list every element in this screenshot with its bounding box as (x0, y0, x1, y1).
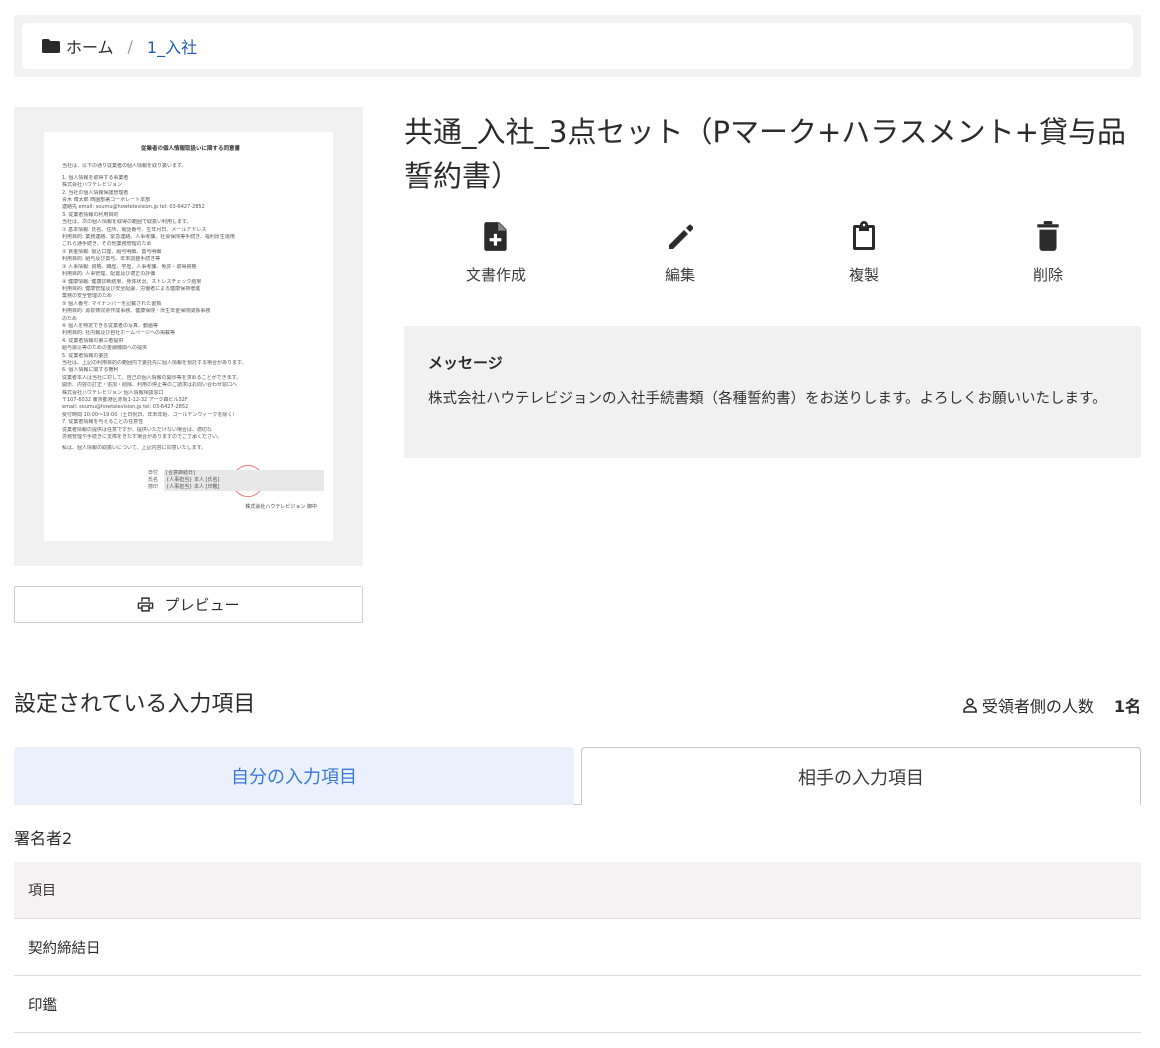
document-company: 株式会社ハウテレビジョン 御中 (245, 504, 317, 510)
document-line: 当社は、以下の通り従業者の個人情報を取り扱います。 (62, 163, 187, 170)
clipboard-icon (853, 221, 875, 250)
signature-block: 日付 [合意締結日] 氏名 {人事担当} 本人 [氏名] 捺印 {人事担当} 本… (148, 470, 324, 491)
document-line: 6. 個人情報に関する権利 (62, 367, 119, 374)
preview-button[interactable]: プレビュー (14, 586, 363, 623)
document-line: 株式会社ハウテレビジョン 個人情報相談窓口 (62, 389, 164, 396)
document-line: 利用目的: 社内報及び自社ホームページへの掲載等 (62, 330, 176, 337)
duplicate-button[interactable]: 複製 (772, 220, 956, 285)
document-line: 〒107-6032 東京都港区赤坂1-12-32 アーク森ビル32F (62, 397, 188, 403)
document-line: 1. 個人情報を取得する事業者 (62, 174, 129, 181)
document-line: email: soumu@howtelevision.jp tel: 03-64… (62, 404, 189, 411)
document-line: 当社は、上記の利用目的の範囲内で委託先に個人情報を預託する場合があります。 (62, 359, 247, 366)
message-panel: メッセージ 株式会社ハウテレビジョンの入社手続書類（各種誓約書）をお送りします。… (404, 326, 1141, 458)
delete-label: 削除 (1032, 266, 1063, 284)
document-line: 利用目的: 人事管理、配置及び適正の評価 (62, 271, 156, 278)
document-line: ⑤ 個人番号: マイナンバーを記載された書類 (62, 300, 162, 307)
document-line: 従業者本人は当社に対して、自己の個人情報の開示等を求めることができます。 (62, 374, 242, 381)
breadcrumb-current-folder[interactable]: 1_入社 (147, 34, 197, 58)
document-line: 7. 従業者情報を与えることの任意性 (62, 419, 144, 426)
document-line: 給与振込等のための金融機関への提供 (62, 345, 148, 352)
document-line: 業務の安全管理のため (62, 293, 113, 300)
table-header: 項目 (14, 862, 1141, 919)
signer-label: 署名者2 (14, 829, 73, 848)
message-text: 株式会社ハウテレビジョンの入社手続書類（各種誓約書）をお送りします。よろしくお願… (428, 391, 1107, 407)
document-line: ③ 人事情報: 資格、職歴、学歴、人事考課、免許・取得資格 (62, 263, 197, 270)
signature-row: 捺印 {人事担当} 本人 [印鑑] (148, 484, 324, 491)
document-line: 株式会社ハウテレビジョン (62, 182, 123, 189)
document-heading: 従業者の個人情報取扱いに関する同意書 (140, 146, 240, 152)
document-line: 3. 従業者情報の利用目的 (62, 211, 119, 218)
action-bar: 文書作成 編集 複製 削除 (404, 220, 1141, 290)
recipients-count: 受領者側の人数 1名 (962, 693, 1141, 717)
document-line: 4. 従業者情報の第三者提供 (62, 337, 124, 344)
document-line: のため (62, 315, 78, 322)
tab-other-inputs[interactable]: 相手の入力項目 (581, 747, 1141, 805)
document-line: 利用目的: 業務連絡、緊急連絡、人事考課、社会保険等手続き、福利厚生運用 (62, 234, 235, 241)
document-body: 当社は、以下の通り従業者の個人情報を取り扱います。 1. 個人情報を取得する事業者… (62, 163, 319, 452)
fields-table: 項目 契約締結日 印鑑 (14, 862, 1141, 1033)
breadcrumb-separator: / (127, 36, 133, 56)
recipients-value: 1名 (1113, 697, 1141, 716)
document-line: 利用目的: 給与及び賞与、年末調整手続き等 (62, 256, 161, 263)
document-line: ⑥ 個人を特定できる従業者の写真、動画等 (62, 322, 158, 329)
document-title: 共通_入社_3点セット（Pマーク+ハラスメント+貸与品誓約書） (404, 115, 1126, 193)
message-title: メッセージ (428, 354, 503, 372)
trash-icon (1037, 221, 1059, 251)
document-line: 私は、個人情報の取扱いについて、上記内容に同意いたします。 (62, 445, 207, 452)
preview-button-label: プレビュー (164, 596, 240, 614)
input-items-heading: 設定されている入力項目 (14, 692, 256, 717)
signature-row: 氏名 {人事担当} 本人 [氏名] (148, 477, 324, 484)
delete-button[interactable]: 削除 (956, 220, 1140, 285)
document-line: ① 基本情報: 氏名、住所、電話番号、生年月日、メールアドレス (62, 226, 207, 233)
file-plus-icon (484, 222, 507, 251)
document-line: 受付時間 10:00〜19:00（土日祝日、年末年始、ゴールデンウィークを除く） (62, 411, 238, 418)
document-line: 連絡先 email: soumu@howtelevision.jp tel: 0… (62, 204, 205, 211)
document-line: ② 賃金情報: 振込口座、給与明細、賞与明細 (62, 248, 162, 255)
table-row: 印鑑 (14, 976, 1141, 1033)
document-line: 2. 当社の個人情報保護管理者 (62, 189, 129, 196)
document-line: 開示、内容の訂正・追加・削除、利用の停止等のご請求はお問い合わせ窓口へ (62, 382, 238, 389)
recipients-label: 受領者側の人数 (981, 697, 1094, 716)
signature-row: 日付 [合意締結日] (148, 470, 324, 477)
edit-label: 編集 (664, 266, 695, 284)
breadcrumb-bar: ホーム / 1_入社 (14, 15, 1141, 77)
edit-button[interactable]: 編集 (588, 220, 772, 285)
create-document-label: 文書作成 (465, 266, 526, 284)
person-icon (963, 698, 977, 713)
document-line: 従業者情報の提供は任意ですが、提供いただけない場合は、適切な (62, 426, 212, 433)
document-line: 利用目的: 健康管理及び安全配慮、労働者による健康保持増進 (62, 285, 201, 292)
breadcrumb-home-link[interactable]: ホーム (66, 34, 114, 58)
document-thumbnail[interactable]: 従業者の個人情報取扱いに関する同意書 当社は、以下の通り従業者の個人情報を取り扱… (14, 107, 363, 566)
document-line: 利用目的: 源泉徴収票作成事務、健康保険・厚生年金保険関係事務 (62, 308, 211, 315)
create-document-button[interactable]: 文書作成 (404, 220, 588, 285)
table-row: 契約締結日 (14, 919, 1141, 976)
duplicate-label: 複製 (848, 266, 879, 284)
printer-icon (138, 597, 154, 612)
document-line: これら通手続き、その他業務管理のため (62, 241, 152, 248)
tab-my-inputs[interactable]: 自分の入力項目 (14, 747, 574, 805)
input-tabs: 自分の入力項目 相手の入力項目 (14, 747, 1141, 805)
document-line: 5. 従業者情報の委託 (62, 352, 109, 359)
document-line: 労務管理や手続きに支障をきたす場合がありますのでご了承ください。 (62, 434, 223, 441)
document-page: 従業者の個人情報取扱いに関する同意書 当社は、以下の通り従業者の個人情報を取り扱… (44, 132, 333, 541)
document-line: 当社は、次の個人情報を取得の範囲で取扱い利用します。 (62, 219, 192, 226)
document-line: ④ 健康情報: 健康診断結果、身体状況、ストレスチェック結果 (62, 278, 202, 285)
document-line: 青木 博太郎 西園部署コーポレート本部 (62, 197, 151, 204)
folder-icon (42, 39, 60, 53)
pencil-icon (669, 224, 693, 249)
breadcrumb: ホーム / 1_入社 (22, 23, 1133, 69)
